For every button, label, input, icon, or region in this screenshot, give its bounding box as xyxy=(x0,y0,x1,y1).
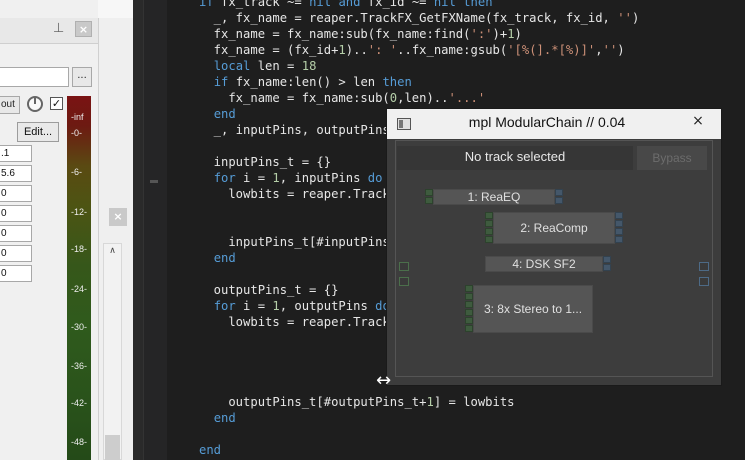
vertical-scrollbar[interactable] xyxy=(103,243,122,460)
scroll-up-icon[interactable]: ∧ xyxy=(105,246,120,260)
input-pin[interactable] xyxy=(465,301,473,308)
input-pin[interactable] xyxy=(485,220,493,227)
input-pin[interactable] xyxy=(465,317,473,324)
track-output-pin[interactable] xyxy=(699,277,709,286)
output-pin[interactable] xyxy=(615,212,623,219)
code-line[interactable]: fx_name = fx_name:sub(fx_name:find(':')+… xyxy=(199,26,522,42)
bypass-button[interactable]: Bypass xyxy=(637,146,707,170)
param-value[interactable]: 0 xyxy=(0,185,32,202)
output-pins xyxy=(603,256,611,272)
output-pins xyxy=(555,189,563,205)
track-output-pin[interactable] xyxy=(699,262,709,271)
wet-knob[interactable] xyxy=(27,96,43,112)
output-pin[interactable] xyxy=(615,228,623,235)
input-pin[interactable] xyxy=(485,236,493,243)
output-pins xyxy=(615,212,623,244)
input-pins xyxy=(465,285,473,333)
pin-icon[interactable]: ⊥ xyxy=(53,21,67,37)
input-pin[interactable] xyxy=(485,212,493,219)
input-pin[interactable] xyxy=(465,325,473,332)
meter-label: -0- xyxy=(71,128,82,138)
output-pin[interactable] xyxy=(615,220,623,227)
param-value[interactable]: 0 xyxy=(0,225,32,242)
fx-node-reaeq[interactable]: 1: ReaEQ xyxy=(433,189,555,205)
code-line[interactable]: local len = 18 xyxy=(199,58,317,74)
meter-label: -6- xyxy=(71,167,82,177)
meter-label: -18- xyxy=(71,244,88,254)
edit-button[interactable]: Edit... xyxy=(17,122,59,142)
meter-label: -36- xyxy=(71,361,88,371)
code-line[interactable]: end xyxy=(199,442,221,458)
close-icon[interactable]: × xyxy=(683,111,713,131)
close-icon[interactable]: × xyxy=(109,208,127,226)
input-pin[interactable] xyxy=(465,293,473,300)
param-value[interactable]: 0 xyxy=(0,245,32,262)
input-pin[interactable] xyxy=(425,189,433,196)
preset-field[interactable] xyxy=(0,67,69,87)
output-pin[interactable] xyxy=(555,197,563,204)
meter-label: -24- xyxy=(71,284,88,294)
fx-node-dsk-sf2[interactable]: 4: DSK SF2 xyxy=(485,256,603,272)
code-line[interactable]: if fx_track ~= nil and fx_id ~= nil then xyxy=(199,0,493,10)
input-pin[interactable] xyxy=(465,285,473,292)
scrollbar-thumb[interactable] xyxy=(105,435,120,460)
code-line[interactable]: inputPins_t = {} xyxy=(199,154,331,170)
input-pin[interactable] xyxy=(425,197,433,204)
meter-label: -12- xyxy=(71,207,88,217)
param-value[interactable]: 0 xyxy=(0,205,32,222)
out-button[interactable]: out xyxy=(0,96,20,114)
meter-label: -42- xyxy=(71,398,88,408)
code-line[interactable]: end xyxy=(199,106,236,122)
fx-node-stereo[interactable]: 3: 8x Stereo to 1... xyxy=(473,285,593,333)
code-line[interactable]: fx_name = (fx_id+1)..': '..fx_name:gsub(… xyxy=(199,42,625,58)
divider-strip xyxy=(133,0,143,460)
track-input-pin[interactable] xyxy=(399,262,409,271)
browse-button[interactable]: ... xyxy=(72,67,92,87)
output-pin[interactable] xyxy=(615,236,623,243)
code-line[interactable]: fx_name = fx_name:sub(0,len)..'...' xyxy=(199,90,485,106)
meter-label: -30- xyxy=(71,322,88,332)
input-pin[interactable] xyxy=(465,309,473,316)
meter-label: -48- xyxy=(71,437,88,447)
code-line[interactable]: end xyxy=(199,410,236,426)
input-pins xyxy=(485,212,493,244)
track-input-pin[interactable] xyxy=(399,277,409,286)
output-pin[interactable] xyxy=(555,189,563,196)
param-value[interactable]: .1 xyxy=(0,145,32,162)
secondary-panel-top xyxy=(98,0,133,18)
gutter-marker xyxy=(150,180,158,183)
param-value[interactable]: 0 xyxy=(0,265,32,282)
code-line[interactable]: for i = 1, inputPins do xyxy=(199,170,383,186)
resize-cursor-icon: ↔ xyxy=(376,370,392,391)
track-status-label: No track selected xyxy=(464,149,566,164)
meter-label: -inf xyxy=(71,112,84,122)
code-line[interactable]: if fx_name:len() > len then xyxy=(199,74,412,90)
output-pin[interactable] xyxy=(603,256,611,263)
window-title: mpl ModularChain // 0.04 xyxy=(468,114,626,130)
modularchain-titlebar[interactable]: mpl ModularChain // 0.04 × xyxy=(387,109,721,139)
fx-node-reacomp[interactable]: 2: ReaComp xyxy=(493,212,615,244)
code-line[interactable]: outputPins_t = {} xyxy=(199,282,339,298)
input-pin[interactable] xyxy=(485,228,493,235)
app-window-icon xyxy=(397,118,411,130)
param-value[interactable]: 5.6 xyxy=(0,165,32,182)
input-pins xyxy=(425,189,433,205)
code-line[interactable]: end xyxy=(199,250,236,266)
output-pin[interactable] xyxy=(603,264,611,271)
enable-checkbox[interactable]: ✓ xyxy=(50,97,63,110)
code-line[interactable]: _, fx_name = reaper.TrackFX_GetFXName(fx… xyxy=(199,10,640,26)
close-icon[interactable]: × xyxy=(75,21,92,37)
modularchain-window: mpl ModularChain // 0.04 × No track sele… xyxy=(386,108,722,386)
code-line[interactable]: for i = 1, outputPins do xyxy=(199,298,390,314)
code-line[interactable]: outputPins_t[#outputPins_t+1] = lowbits xyxy=(199,394,514,410)
editor-gutter xyxy=(143,0,167,460)
